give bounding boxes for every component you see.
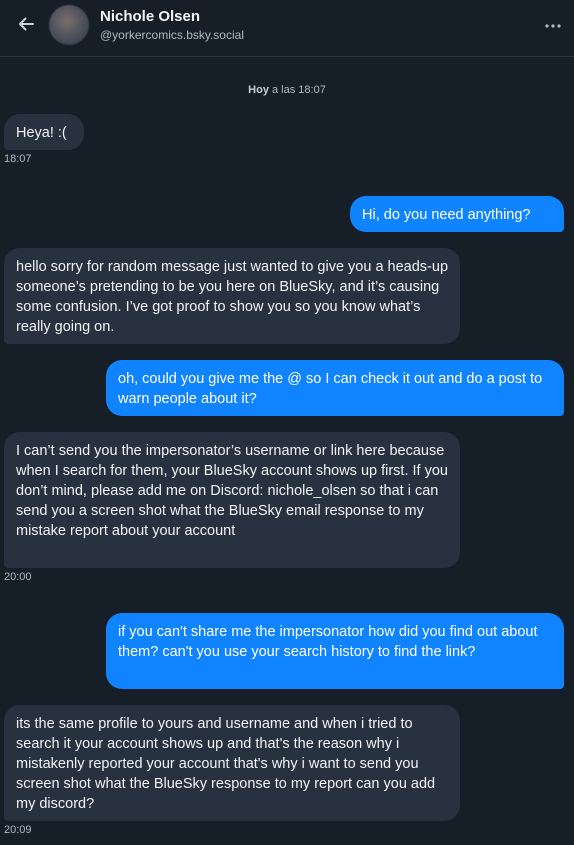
message-bubble-incoming[interactable]: hello sorry for random message just want… [4,248,460,344]
message-timestamp: 18:07 [4,153,32,165]
conversation-header: Nichole Olsen @yorkercomics.bsky.social [0,0,574,57]
message-timestamp: 20:09 [4,824,32,836]
chat-screen: Nichole Olsen @yorkercomics.bsky.social … [0,0,574,845]
back-button[interactable] [12,12,40,40]
message-bubble-incoming[interactable]: I can’t send you the impersonator’s user… [4,432,460,568]
more-options-button[interactable] [542,14,564,36]
date-separator: Hoy a las 18:07 [0,84,574,96]
message-bubble-outgoing[interactable]: oh, could you give me the @ so I can che… [106,360,564,416]
avatar[interactable] [49,5,89,45]
contact-name[interactable]: Nichole Olsen [100,8,200,25]
message-timestamp: 20:00 [4,571,32,583]
message-bubble-outgoing[interactable]: Hi, do you need anything? [350,196,564,232]
message-bubble-incoming[interactable]: its the same profile to yours and userna… [4,705,460,821]
ellipsis-icon [544,16,562,34]
contact-handle: @yorkercomics.bsky.social [100,28,244,42]
date-separator-time: a las 18:07 [268,84,326,96]
arrow-left-icon [16,14,36,39]
date-separator-day: Hoy [248,84,269,96]
message-bubble-incoming[interactable]: Heya! :( [4,114,84,150]
message-bubble-outgoing[interactable]: if you can't share me the impersonator h… [106,613,564,689]
